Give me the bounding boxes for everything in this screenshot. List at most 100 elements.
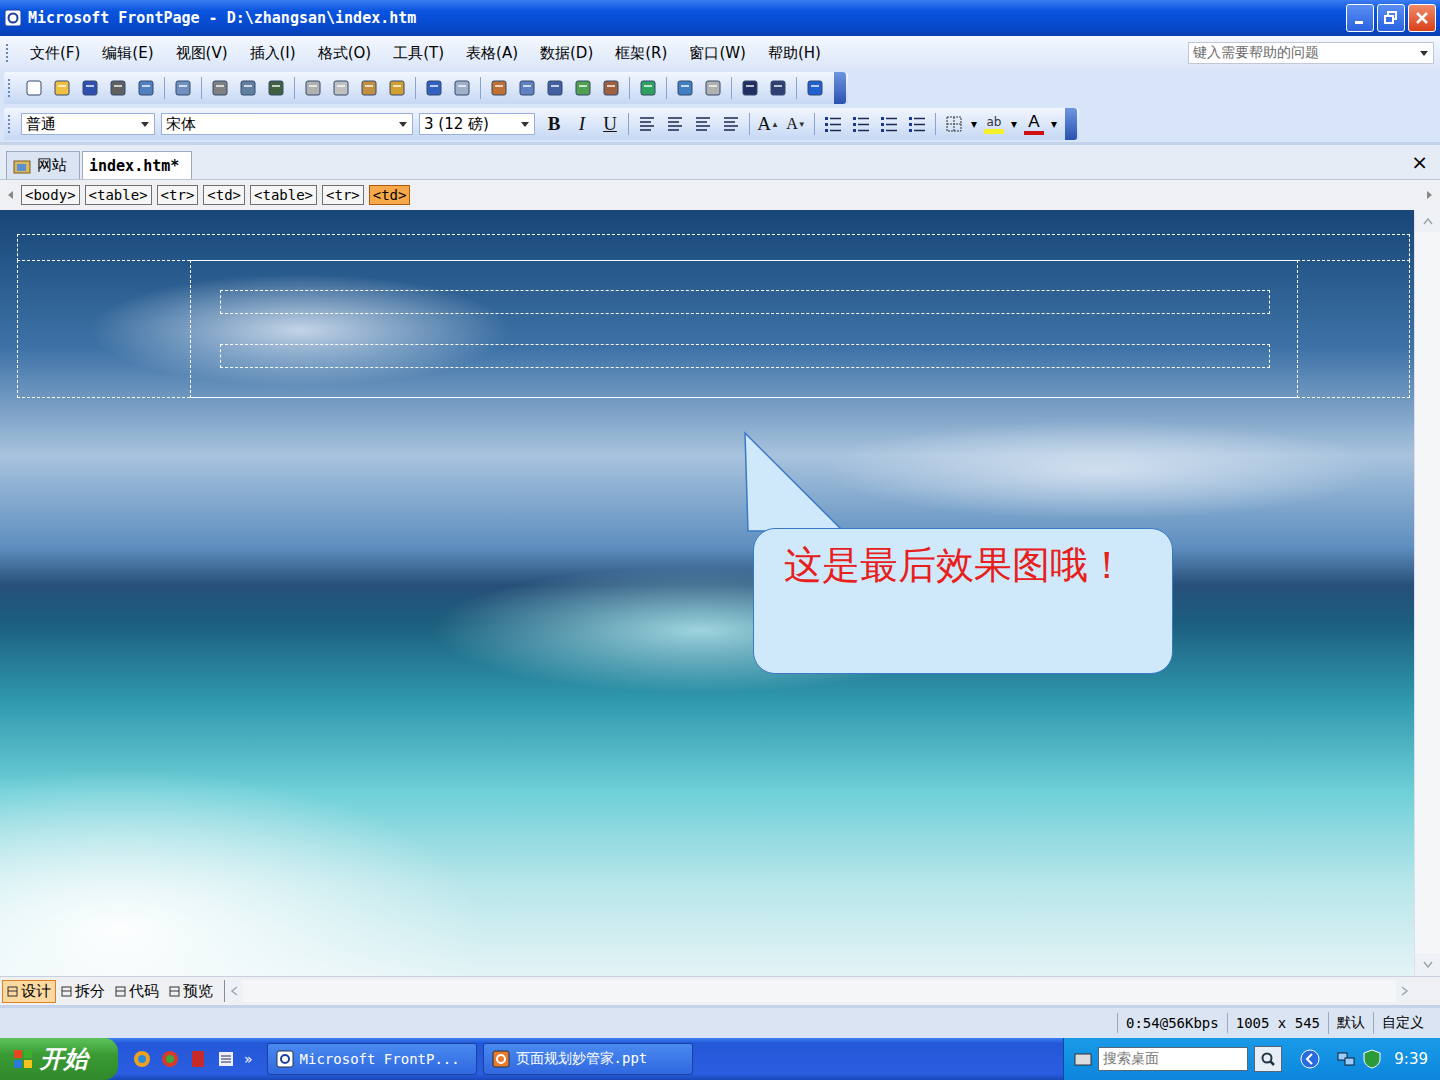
toolbar-button[interactable]	[449, 75, 475, 101]
toolbar-options[interactable]	[834, 72, 846, 104]
toolbar-button[interactable]	[77, 75, 103, 101]
toolbar-button[interactable]	[700, 75, 726, 101]
quick-launch-app-icon[interactable]	[132, 1049, 152, 1069]
format-button[interactable]: I	[569, 111, 595, 137]
size-dropdown[interactable]: 3 (12 磅)	[419, 113, 535, 135]
list-button[interactable]	[820, 111, 846, 137]
task-button[interactable]: 页面规划妙管家.ppt	[483, 1043, 693, 1075]
format-button[interactable]: B	[541, 111, 567, 137]
scroll-up-button[interactable]	[1415, 210, 1440, 232]
menu-item[interactable]: 文件(F)	[21, 41, 89, 66]
book-icon[interactable]	[188, 1049, 208, 1069]
align-button[interactable]	[690, 111, 716, 137]
security-shield-icon[interactable]	[1362, 1049, 1382, 1069]
menu-item[interactable]: 数据(D)	[531, 41, 602, 66]
list-button[interactable]	[904, 111, 930, 137]
tag-button[interactable]: <td>	[203, 185, 245, 205]
tag-button[interactable]: <table>	[250, 185, 317, 205]
search-button[interactable]	[1254, 1046, 1282, 1072]
table-cell-outline[interactable]	[17, 260, 1410, 398]
start-button[interactable]: 开始	[0, 1038, 118, 1080]
toolbar-button[interactable]	[570, 75, 596, 101]
toolbar-button[interactable]	[802, 75, 828, 101]
tray-expand-button[interactable]	[1300, 1049, 1320, 1069]
toolbar-button[interactable]	[105, 75, 131, 101]
browser-icon[interactable]	[160, 1049, 180, 1069]
page-canvas[interactable]: 这是最后效果图哦！	[0, 210, 1414, 976]
style-dropdown[interactable]: 普通	[21, 113, 155, 135]
menu-item[interactable]: 表格(A)	[457, 41, 527, 66]
toolbar-button[interactable]	[486, 75, 512, 101]
highlight-button[interactable]: ab	[981, 111, 1007, 137]
menu-item[interactable]: 视图(V)	[167, 41, 237, 66]
menu-item[interactable]: 编辑(E)	[93, 41, 162, 66]
scroll-right-button[interactable]	[1424, 190, 1436, 200]
menu-item[interactable]: 窗口(W)	[680, 41, 755, 66]
scroll-left-button[interactable]	[225, 980, 243, 1002]
toolbar-button[interactable]	[300, 75, 326, 101]
border-button[interactable]	[941, 111, 967, 137]
list-button[interactable]	[848, 111, 874, 137]
toolbar-button[interactable]	[421, 75, 447, 101]
tag-button[interactable]: <td>	[369, 185, 411, 205]
toolbar-button[interactable]	[542, 75, 568, 101]
dropdown-arrow[interactable]: ▾	[1009, 117, 1019, 131]
document-tab[interactable]: index.htm*	[82, 151, 192, 179]
toolbar-button[interactable]	[384, 75, 410, 101]
vertical-scrollbar[interactable]	[1414, 210, 1440, 976]
font-color-button[interactable]: A	[1021, 111, 1047, 137]
tag-button[interactable]: <tr>	[157, 185, 199, 205]
shrink-font-button[interactable]: A▼	[783, 111, 809, 137]
toolbar-button[interactable]	[207, 75, 233, 101]
toolbar-button[interactable]	[635, 75, 661, 101]
network-icon[interactable]	[1336, 1049, 1356, 1069]
toolbar-button[interactable]	[598, 75, 624, 101]
menu-item[interactable]: 插入(I)	[241, 41, 305, 66]
view-tab[interactable]: 代码	[110, 980, 164, 1003]
document-tab[interactable]: 网站	[6, 151, 80, 179]
view-tab[interactable]: 设计	[2, 980, 56, 1003]
menu-item[interactable]: 工具(T)	[384, 41, 453, 66]
task-button[interactable]: Microsoft FrontP...	[267, 1043, 477, 1075]
toolbar-button[interactable]	[170, 75, 196, 101]
close-button[interactable]	[1408, 4, 1436, 32]
table-cell-outline[interactable]	[220, 290, 1270, 314]
format-button[interactable]: U	[597, 111, 623, 137]
close-document-button[interactable]: ×	[1405, 150, 1434, 174]
keyboard-icon[interactable]	[1074, 1051, 1092, 1067]
view-tab[interactable]: 预览	[164, 980, 218, 1003]
view-tab[interactable]: 拆分	[56, 980, 110, 1003]
font-dropdown[interactable]: 宋体	[161, 113, 413, 135]
dropdown-arrow[interactable]: ▾	[1049, 117, 1059, 131]
table-cell-outline[interactable]	[190, 260, 1298, 398]
restore-button[interactable]	[1377, 4, 1405, 32]
help-search[interactable]: 键入需要帮助的问题	[1188, 42, 1434, 64]
toolbar-button[interactable]	[514, 75, 540, 101]
desktop-search[interactable]: 搜索桌面	[1098, 1047, 1248, 1071]
align-button[interactable]	[662, 111, 688, 137]
tag-button[interactable]: <tr>	[322, 185, 364, 205]
toolbar-button[interactable]	[49, 75, 75, 101]
table-cell-outline[interactable]	[220, 344, 1270, 368]
toolbar-button[interactable]	[133, 75, 159, 101]
horizontal-scrollbar[interactable]	[224, 980, 1414, 1002]
toolbar-button[interactable]	[356, 75, 382, 101]
dropdown-arrow[interactable]: ▾	[969, 117, 979, 131]
toolbar-button[interactable]	[328, 75, 354, 101]
menu-item[interactable]: 帮助(H)	[759, 41, 830, 66]
toolbar-button[interactable]	[21, 75, 47, 101]
toolbar-button[interactable]	[737, 75, 763, 101]
scroll-down-button[interactable]	[1415, 954, 1440, 976]
minimize-button[interactable]	[1346, 4, 1374, 32]
scroll-right-button[interactable]	[1396, 980, 1414, 1002]
more-button[interactable]: »	[244, 1051, 253, 1067]
list-app-icon[interactable]	[216, 1049, 236, 1069]
toolbar-button[interactable]	[765, 75, 791, 101]
list-button[interactable]	[876, 111, 902, 137]
scroll-left-button[interactable]	[4, 190, 16, 200]
toolbar-button[interactable]	[672, 75, 698, 101]
toolbar-options[interactable]	[1065, 108, 1077, 140]
align-button[interactable]	[718, 111, 744, 137]
table-cell-outline[interactable]	[17, 234, 1410, 261]
menu-item[interactable]: 框架(R)	[606, 41, 676, 66]
